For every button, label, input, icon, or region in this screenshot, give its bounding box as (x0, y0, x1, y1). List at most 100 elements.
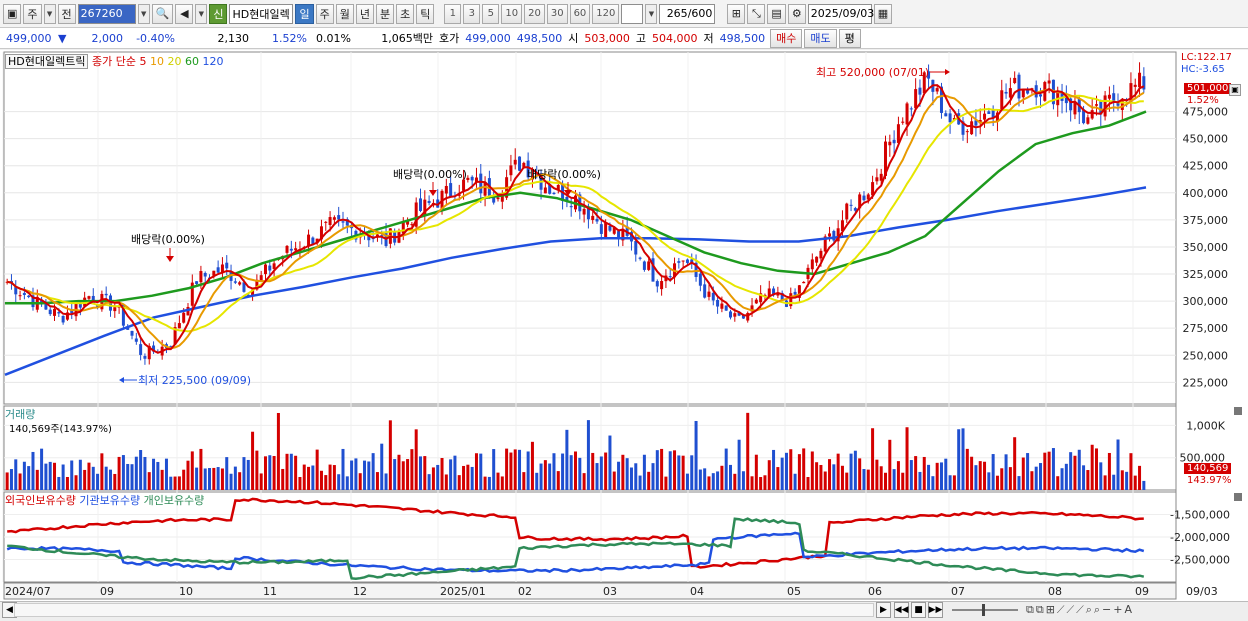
period-minute-button[interactable]: 분 (375, 3, 395, 24)
line-tool-icon[interactable]: ⤡ (747, 3, 766, 24)
volume-bar (586, 420, 590, 490)
market-dropdown-icon[interactable]: ▼ (43, 3, 56, 24)
volume-bar (673, 450, 677, 490)
speaker-dropdown-icon[interactable]: ▼ (195, 3, 208, 24)
volume-bar (281, 468, 285, 490)
volume-bar (397, 454, 401, 490)
period-week-button[interactable]: 주 (315, 3, 334, 24)
interval-dropdown-icon[interactable]: ▼ (645, 3, 658, 24)
zoom-slider[interactable] (952, 604, 1018, 616)
interval-30-button[interactable]: 30 (546, 3, 568, 24)
amount-value: 1,065백만 (381, 32, 433, 45)
chart-area[interactable]: 475,000 450,000 425,000 400,000 375,000 350,0… (0, 50, 1248, 603)
interval-120-button[interactable]: 120 (592, 3, 620, 24)
volume-bar (363, 460, 367, 490)
period-year-button[interactable]: 년 (355, 3, 374, 24)
candle-body (238, 282, 242, 285)
rewind-icon[interactable]: ◀◀ (894, 602, 909, 618)
chart-svg[interactable]: 475,000 450,000 425,000 400,000 375,000 350,0… (0, 50, 1248, 603)
date-input[interactable]: 2025/09/03 (807, 3, 874, 24)
volume-bar (1142, 480, 1146, 490)
candle-body (681, 260, 685, 262)
window-icon[interactable]: ▣ (3, 3, 22, 24)
candle-body (1090, 110, 1094, 119)
bid-value: 499,000 (465, 31, 511, 45)
candle-body (1017, 74, 1021, 99)
candle-body (970, 121, 974, 135)
sell-button[interactable]: 매도 (804, 28, 837, 48)
volume-bar (431, 467, 435, 490)
holdings-pane-close-icon[interactable] (1234, 493, 1242, 501)
chart-tools-icon[interactable]: ⊞ (727, 3, 746, 24)
speaker-icon[interactable]: ◀ (175, 3, 194, 24)
volume-bar (647, 471, 651, 490)
volume-bar (522, 472, 526, 490)
interval-20-button[interactable]: 20 (524, 3, 545, 24)
interval-10-button[interactable]: 10 (501, 3, 523, 24)
search-icon[interactable]: 🔍 (151, 3, 174, 24)
scroll-right-icon[interactable]: ▶ (876, 602, 891, 618)
volume-bar (1039, 463, 1043, 490)
volume-bar (87, 462, 91, 490)
save-icon[interactable]: ▤ (767, 3, 786, 24)
volume-bar (677, 455, 681, 490)
x-tick-label: 03 (603, 585, 617, 598)
volume-bar (272, 455, 276, 490)
count-input[interactable]: 265/600 (659, 3, 716, 24)
stop-icon[interactable]: ■ (911, 602, 926, 618)
candle-body (879, 173, 883, 181)
candle-body (87, 296, 91, 299)
candle-body (965, 131, 969, 133)
code-dropdown-icon[interactable]: ▼ (137, 3, 150, 24)
interval-1-button[interactable]: 1 (444, 3, 462, 24)
candle-body (289, 248, 293, 251)
candle-body (18, 295, 22, 297)
market-select[interactable]: 주 (23, 3, 42, 24)
volume-bar (1133, 475, 1137, 490)
candle-body (53, 308, 57, 316)
volume-bar (681, 455, 685, 490)
period-day-button[interactable]: 일 (295, 3, 314, 24)
candle-body (901, 121, 905, 123)
volume-bar (345, 476, 349, 490)
candle-body (199, 271, 203, 283)
last-vol-pct-tag: 143.97% (1187, 475, 1232, 486)
volume-bar (737, 439, 741, 490)
volume-bar (539, 463, 543, 490)
candle-body (134, 338, 138, 342)
calendar-icon[interactable]: ▦ (873, 3, 893, 24)
period-second-button[interactable]: 초 (396, 3, 415, 24)
volume-bar (285, 453, 289, 490)
ask-value: 498,500 (516, 31, 563, 45)
candle-body (617, 231, 621, 239)
x-tick-label: 06 (868, 585, 882, 598)
volume-pane-close-icon[interactable] (1234, 407, 1242, 415)
code-input[interactable]: 267260 (77, 3, 136, 24)
interval-custom-input[interactable] (621, 3, 644, 24)
volume-bar (879, 466, 883, 490)
interval-5-button[interactable]: 5 (482, 3, 500, 24)
volume-bar (1004, 454, 1008, 490)
interval-3-button[interactable]: 3 (463, 3, 481, 24)
legend-stock[interactable]: HD현대일렉트릭 (5, 54, 89, 69)
prefix-button[interactable]: 전 (57, 3, 76, 24)
volume-bar (229, 473, 233, 490)
price-pane-toggle-icon[interactable]: ▣ (1229, 84, 1241, 96)
volume-bar (914, 456, 918, 490)
interval-60-button[interactable]: 60 (569, 3, 591, 24)
bottom-tool-icons[interactable]: ⧉⧉⊞⟋⟋⟋⌕⌕−+A (1026, 603, 1134, 617)
horizontal-scrollbar[interactable] (14, 603, 874, 617)
candle-body (729, 311, 733, 318)
gear-icon[interactable]: ⚙ (787, 3, 806, 24)
volume-value: 2,130 (217, 31, 250, 45)
eval-button[interactable]: 평 (838, 28, 861, 48)
candle-body (793, 291, 797, 295)
period-tick-button[interactable]: 틱 (416, 3, 435, 24)
forward-icon[interactable]: ▶▶ (928, 602, 943, 618)
period-month-button[interactable]: 월 (335, 3, 354, 24)
buy-button[interactable]: 매수 (770, 28, 803, 48)
volume-bar (328, 464, 332, 490)
candle-body (892, 139, 896, 144)
candle-body (272, 263, 276, 269)
price-tick-label: 350,000 (1183, 241, 1229, 254)
